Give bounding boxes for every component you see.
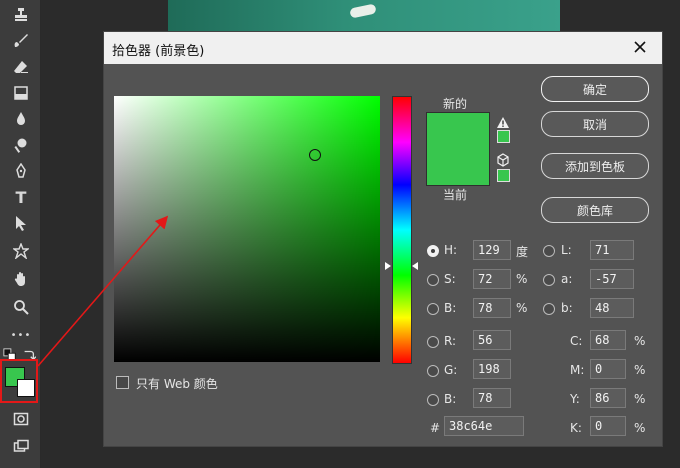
s-field[interactable]: 72 bbox=[473, 269, 511, 289]
m-field[interactable]: 0 bbox=[590, 359, 626, 379]
k-unit: % bbox=[634, 421, 646, 435]
highlight-box bbox=[0, 359, 38, 403]
color-libraries-button[interactable]: 颜色库 bbox=[541, 197, 649, 223]
only-web-label: 只有 Web 颜色 bbox=[136, 377, 218, 391]
y-label: Y: bbox=[570, 392, 580, 406]
l-field[interactable]: 71 bbox=[590, 240, 634, 260]
r-field[interactable]: 56 bbox=[473, 330, 511, 350]
gamut-swatch[interactable] bbox=[497, 130, 510, 143]
y-field[interactable]: 86 bbox=[590, 388, 626, 408]
radio-b[interactable] bbox=[427, 303, 439, 315]
shape-icon[interactable] bbox=[10, 240, 32, 262]
screenmode-icon[interactable] bbox=[10, 436, 32, 458]
new-label: 新的 bbox=[443, 97, 468, 111]
lab-b-label: b: bbox=[561, 301, 573, 315]
k-field[interactable]: 0 bbox=[590, 416, 626, 436]
current-label: 当前 bbox=[443, 188, 468, 202]
h-label: H: bbox=[444, 243, 458, 257]
radio-r[interactable] bbox=[427, 336, 439, 348]
color-field-handle[interactable] bbox=[309, 149, 321, 161]
dialog-title: 拾色器 (前景色) bbox=[112, 44, 205, 59]
hue-slider-arrow-right[interactable] bbox=[412, 262, 418, 270]
radio-s[interactable] bbox=[427, 274, 439, 286]
color-field[interactable] bbox=[114, 96, 380, 362]
radio-g[interactable] bbox=[427, 365, 439, 377]
canvas-image bbox=[168, 0, 560, 34]
stamp-icon[interactable] bbox=[10, 4, 32, 26]
boat-image bbox=[349, 3, 377, 19]
a-field[interactable]: -57 bbox=[590, 269, 634, 289]
k-label: K: bbox=[570, 421, 582, 435]
hue-slider[interactable] bbox=[392, 96, 412, 364]
web-safe-swatch[interactable] bbox=[497, 169, 510, 182]
lab-b-field[interactable]: 48 bbox=[590, 298, 634, 318]
pen-icon[interactable] bbox=[10, 160, 32, 182]
g-label: G: bbox=[444, 363, 458, 377]
g-field[interactable]: 198 bbox=[473, 359, 511, 379]
eraser-icon[interactable] bbox=[10, 56, 32, 78]
m-unit: % bbox=[634, 363, 646, 377]
b-unit: % bbox=[516, 301, 528, 315]
hex-label: # bbox=[430, 421, 441, 435]
l-label: L: bbox=[561, 243, 572, 257]
blue-field[interactable]: 78 bbox=[473, 388, 511, 408]
radio-l[interactable] bbox=[543, 245, 555, 257]
hand-icon[interactable] bbox=[10, 268, 32, 290]
text-icon[interactable]: T bbox=[10, 186, 32, 208]
gradient-icon[interactable] bbox=[10, 82, 32, 104]
brush-icon[interactable] bbox=[10, 30, 32, 52]
radio-h[interactable] bbox=[427, 245, 439, 257]
b-label: B: bbox=[444, 301, 457, 315]
radio-lab-b[interactable] bbox=[543, 303, 555, 315]
m-label: M: bbox=[570, 363, 585, 377]
s-label: S: bbox=[444, 272, 456, 286]
only-web-checkbox[interactable] bbox=[116, 376, 129, 389]
path-select-icon[interactable] bbox=[10, 212, 32, 234]
radio-a[interactable] bbox=[543, 274, 555, 286]
ok-button[interactable]: 确定 bbox=[541, 76, 649, 102]
tools-panel: T ••• bbox=[0, 0, 41, 468]
zoom-icon[interactable] bbox=[10, 296, 32, 318]
b-field[interactable]: 78 bbox=[473, 298, 511, 318]
dodge-icon[interactable] bbox=[10, 134, 32, 156]
color-picker-dialog: 拾色器 (前景色) 新的 当前 确定 取消 添加到色板 颜色库 H: 129 度… bbox=[104, 32, 662, 446]
hue-slider-arrow-left[interactable] bbox=[385, 262, 391, 270]
blue-label: B: bbox=[444, 392, 457, 406]
hex-field[interactable]: 38c64e bbox=[444, 416, 524, 436]
a-label: a: bbox=[561, 272, 573, 286]
add-to-swatches-button[interactable]: 添加到色板 bbox=[541, 153, 649, 179]
more-icon[interactable]: ••• bbox=[10, 324, 32, 346]
radio-blue[interactable] bbox=[427, 394, 439, 406]
h-unit: 度 bbox=[516, 245, 529, 259]
y-unit: % bbox=[634, 392, 646, 406]
cancel-button[interactable]: 取消 bbox=[541, 111, 649, 137]
c-unit: % bbox=[634, 334, 646, 348]
close-icon[interactable] bbox=[630, 37, 650, 57]
h-field[interactable]: 129 bbox=[473, 240, 511, 260]
s-unit: % bbox=[516, 272, 528, 286]
blur-icon[interactable] bbox=[10, 108, 32, 130]
dialog-titlebar: 拾色器 (前景色) bbox=[104, 32, 662, 64]
r-label: R: bbox=[444, 334, 457, 348]
new-current-swatch[interactable] bbox=[426, 112, 490, 186]
quickmask-icon[interactable] bbox=[10, 408, 32, 430]
c-field[interactable]: 68 bbox=[590, 330, 626, 350]
c-label: C: bbox=[570, 334, 583, 348]
